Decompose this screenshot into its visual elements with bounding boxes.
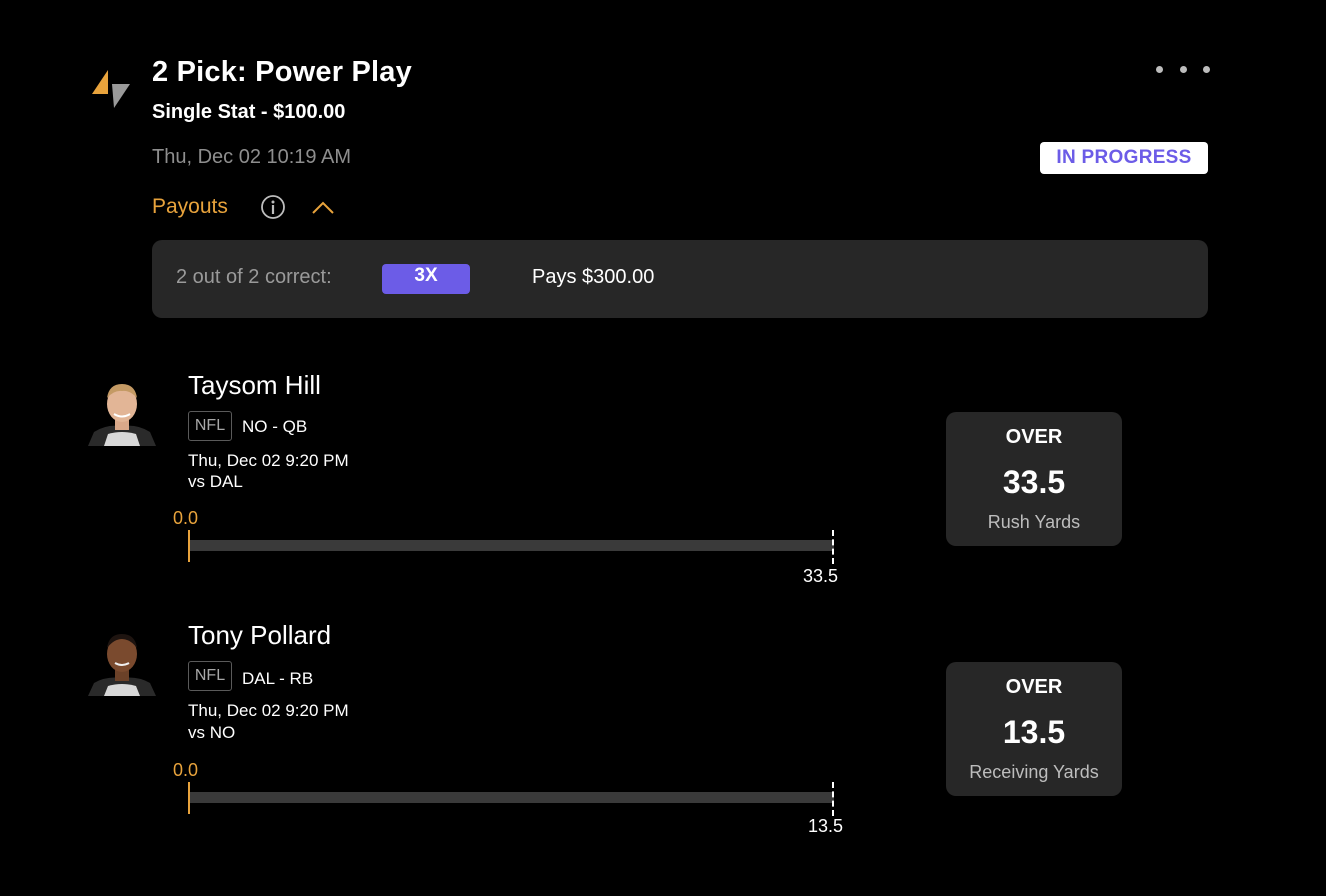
target-value: 13.5 — [808, 816, 844, 836]
more-dot — [1179, 65, 1187, 73]
projection-card[interactable]: OVER 33.5 Rush Yards — [946, 412, 1122, 546]
team-position: NO - QB — [242, 417, 308, 436]
game-time: Thu, Dec 02 9:20 PM — [188, 451, 349, 470]
chevron-up-icon[interactable] — [310, 196, 336, 218]
progress-marker — [188, 782, 190, 814]
more-horizontal-icon[interactable] — [1156, 60, 1210, 78]
payout-condition: 2 out of 2 correct: — [176, 266, 332, 288]
avatar — [84, 626, 160, 696]
payout-multiplier-badge: 3X — [382, 264, 470, 294]
pick-card: Taysom Hill NFL NO - QB Thu, Dec 02 9:20… — [0, 360, 1326, 600]
app-logo — [92, 70, 130, 108]
payouts-label[interactable]: Payouts — [152, 195, 228, 219]
progress-bar — [188, 792, 834, 803]
current-stat-value: 0.0 — [173, 760, 199, 780]
lineup-subtitle: Single Stat - $100.00 — [152, 101, 346, 123]
opponent: vs NO — [188, 723, 236, 742]
current-stat-value: 0.0 — [173, 508, 199, 528]
player-name: Tony Pollard — [188, 620, 332, 650]
pick-card: Tony Pollard NFL DAL - RB Thu, Dec 02 9:… — [0, 610, 1326, 850]
status-badge: IN PROGRESS — [1040, 142, 1208, 174]
avatar — [84, 376, 160, 446]
target-marker — [832, 782, 834, 816]
team-position: DAL - RB — [242, 669, 314, 688]
projection-line: 13.5 — [1002, 714, 1066, 750]
payout-panel: 2 out of 2 correct: 3X Pays $300.00 — [152, 240, 1208, 318]
league-chip: NFL — [188, 661, 232, 691]
more-dot — [1203, 65, 1210, 73]
progress-bar — [188, 540, 834, 551]
more-dot — [1156, 65, 1163, 73]
projection-direction: OVER — [1005, 676, 1063, 698]
projection-card[interactable]: OVER 13.5 Receiving Yards — [946, 662, 1122, 796]
progress-marker — [188, 530, 190, 562]
league-chip: NFL — [188, 411, 232, 441]
target-marker — [832, 530, 834, 564]
lineup-timestamp: Thu, Dec 02 10:19 AM — [152, 146, 352, 168]
lineup-detail-page: 2 Pick: Power Play Single Stat - $100.00… — [0, 0, 1326, 896]
payouts-toggle[interactable]: Payouts — [152, 190, 334, 224]
info-icon[interactable] — [260, 194, 286, 220]
target-value: 33.5 — [803, 566, 839, 586]
projection-stat: Receiving Yards — [969, 762, 1099, 782]
projection-stat: Rush Yards — [987, 512, 1081, 532]
player-name: Taysom Hill — [188, 370, 321, 400]
projection-line: 33.5 — [1002, 464, 1066, 500]
payout-amount: Pays $300.00 — [532, 266, 655, 288]
lineup-title: 2 Pick: Power Play — [152, 56, 412, 88]
projection-direction: OVER — [1005, 426, 1063, 448]
game-time: Thu, Dec 02 9:20 PM — [188, 701, 349, 720]
opponent: vs DAL — [188, 472, 243, 491]
